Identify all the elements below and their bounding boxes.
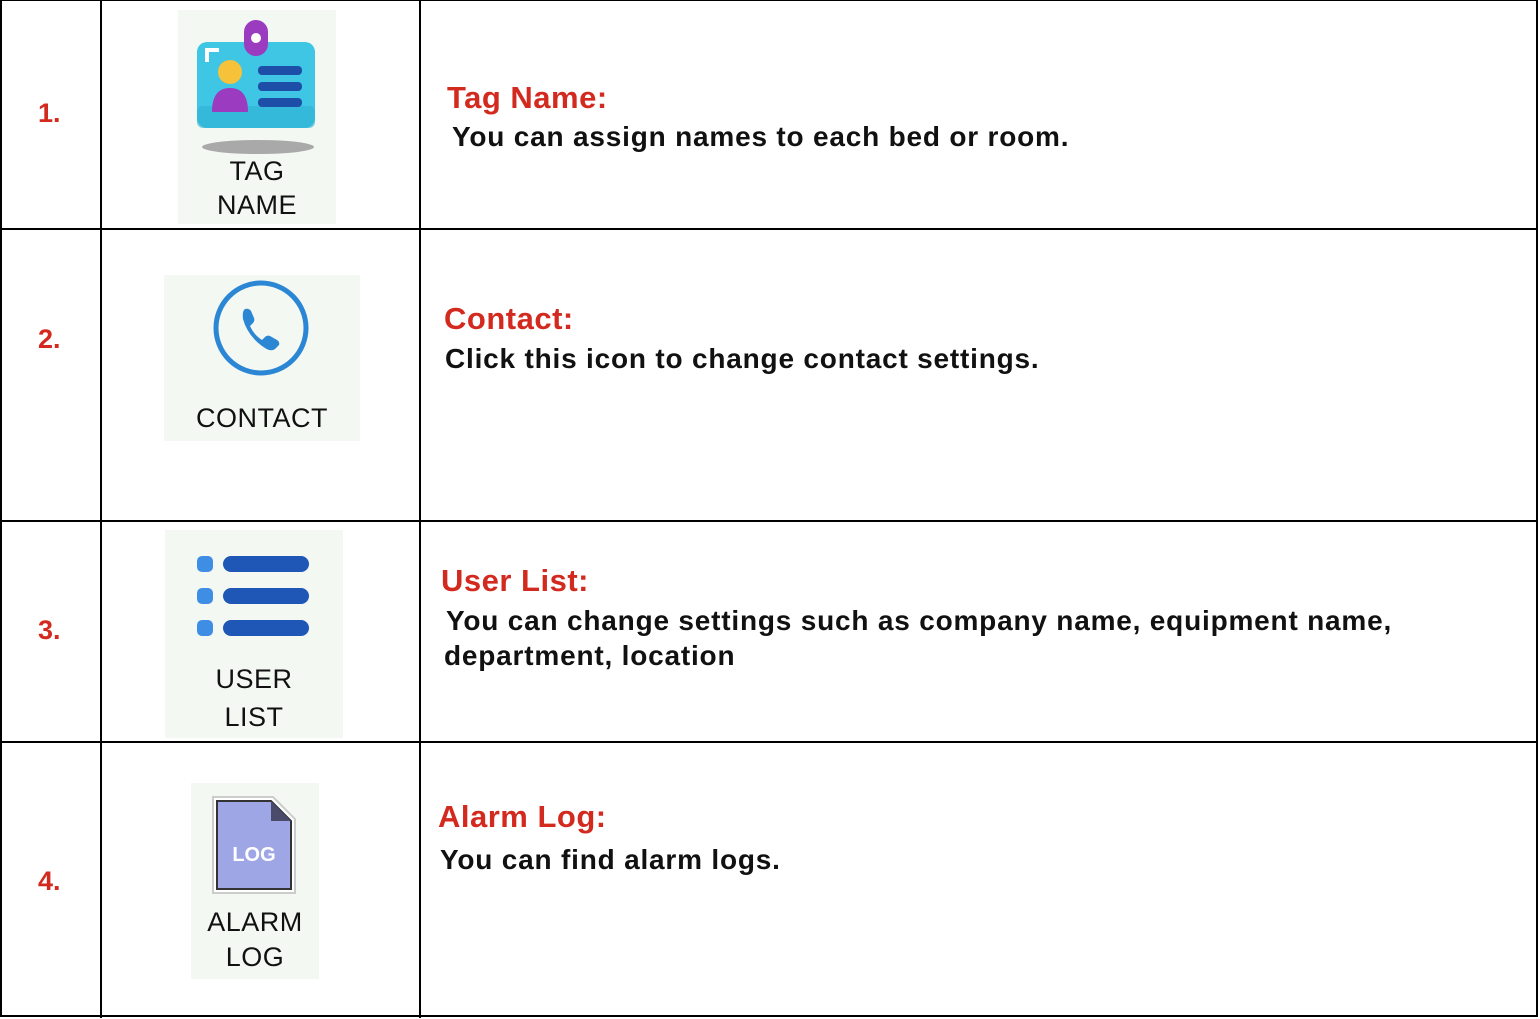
feature-description: You can find alarm logs. (440, 844, 781, 875)
column-divider (100, 1, 102, 1018)
list-icon (197, 556, 309, 636)
feature-description: You can assign names to each bed or room… (452, 121, 1070, 152)
alarm-log-button[interactable]: LOG ALARM LOG (191, 783, 319, 979)
row-number: 2. (38, 324, 61, 354)
feature-description: You can change settings such as company … (446, 605, 1393, 636)
phone-icon (213, 280, 309, 376)
icon-label: LOG (225, 942, 285, 972)
feature-description: department, location (444, 640, 736, 671)
log-file-icon: LOG (212, 796, 296, 894)
row-divider (2, 228, 1538, 230)
feature-title: User List: (441, 563, 589, 598)
user-list-button[interactable]: USER LIST (165, 530, 343, 738)
row-number: 1. (38, 98, 61, 128)
id-badge-icon (197, 20, 315, 154)
icon-label: USER (215, 664, 293, 694)
row-number: 4. (38, 866, 61, 896)
contact-button[interactable]: CONTACT (164, 275, 360, 441)
feature-title: Contact: (444, 301, 574, 336)
feature-title: Tag Name: (447, 80, 608, 115)
row-divider (2, 520, 1538, 522)
icon-label: TAG (229, 156, 285, 186)
row-number: 3. (38, 615, 61, 645)
icon-label: ALARM (207, 907, 303, 937)
feature-description: Click this icon to change contact settin… (445, 343, 1040, 374)
feature-title: Alarm Log: (438, 799, 607, 834)
icon-label: LIST (224, 702, 284, 732)
column-divider (419, 1, 421, 1018)
icon-label: CONTACT (196, 403, 328, 433)
tag-name-button[interactable]: TAG NAME (178, 10, 336, 224)
icon-label: NAME (216, 190, 297, 220)
row-divider (2, 741, 1538, 743)
log-icon-text: LOG (232, 844, 275, 866)
